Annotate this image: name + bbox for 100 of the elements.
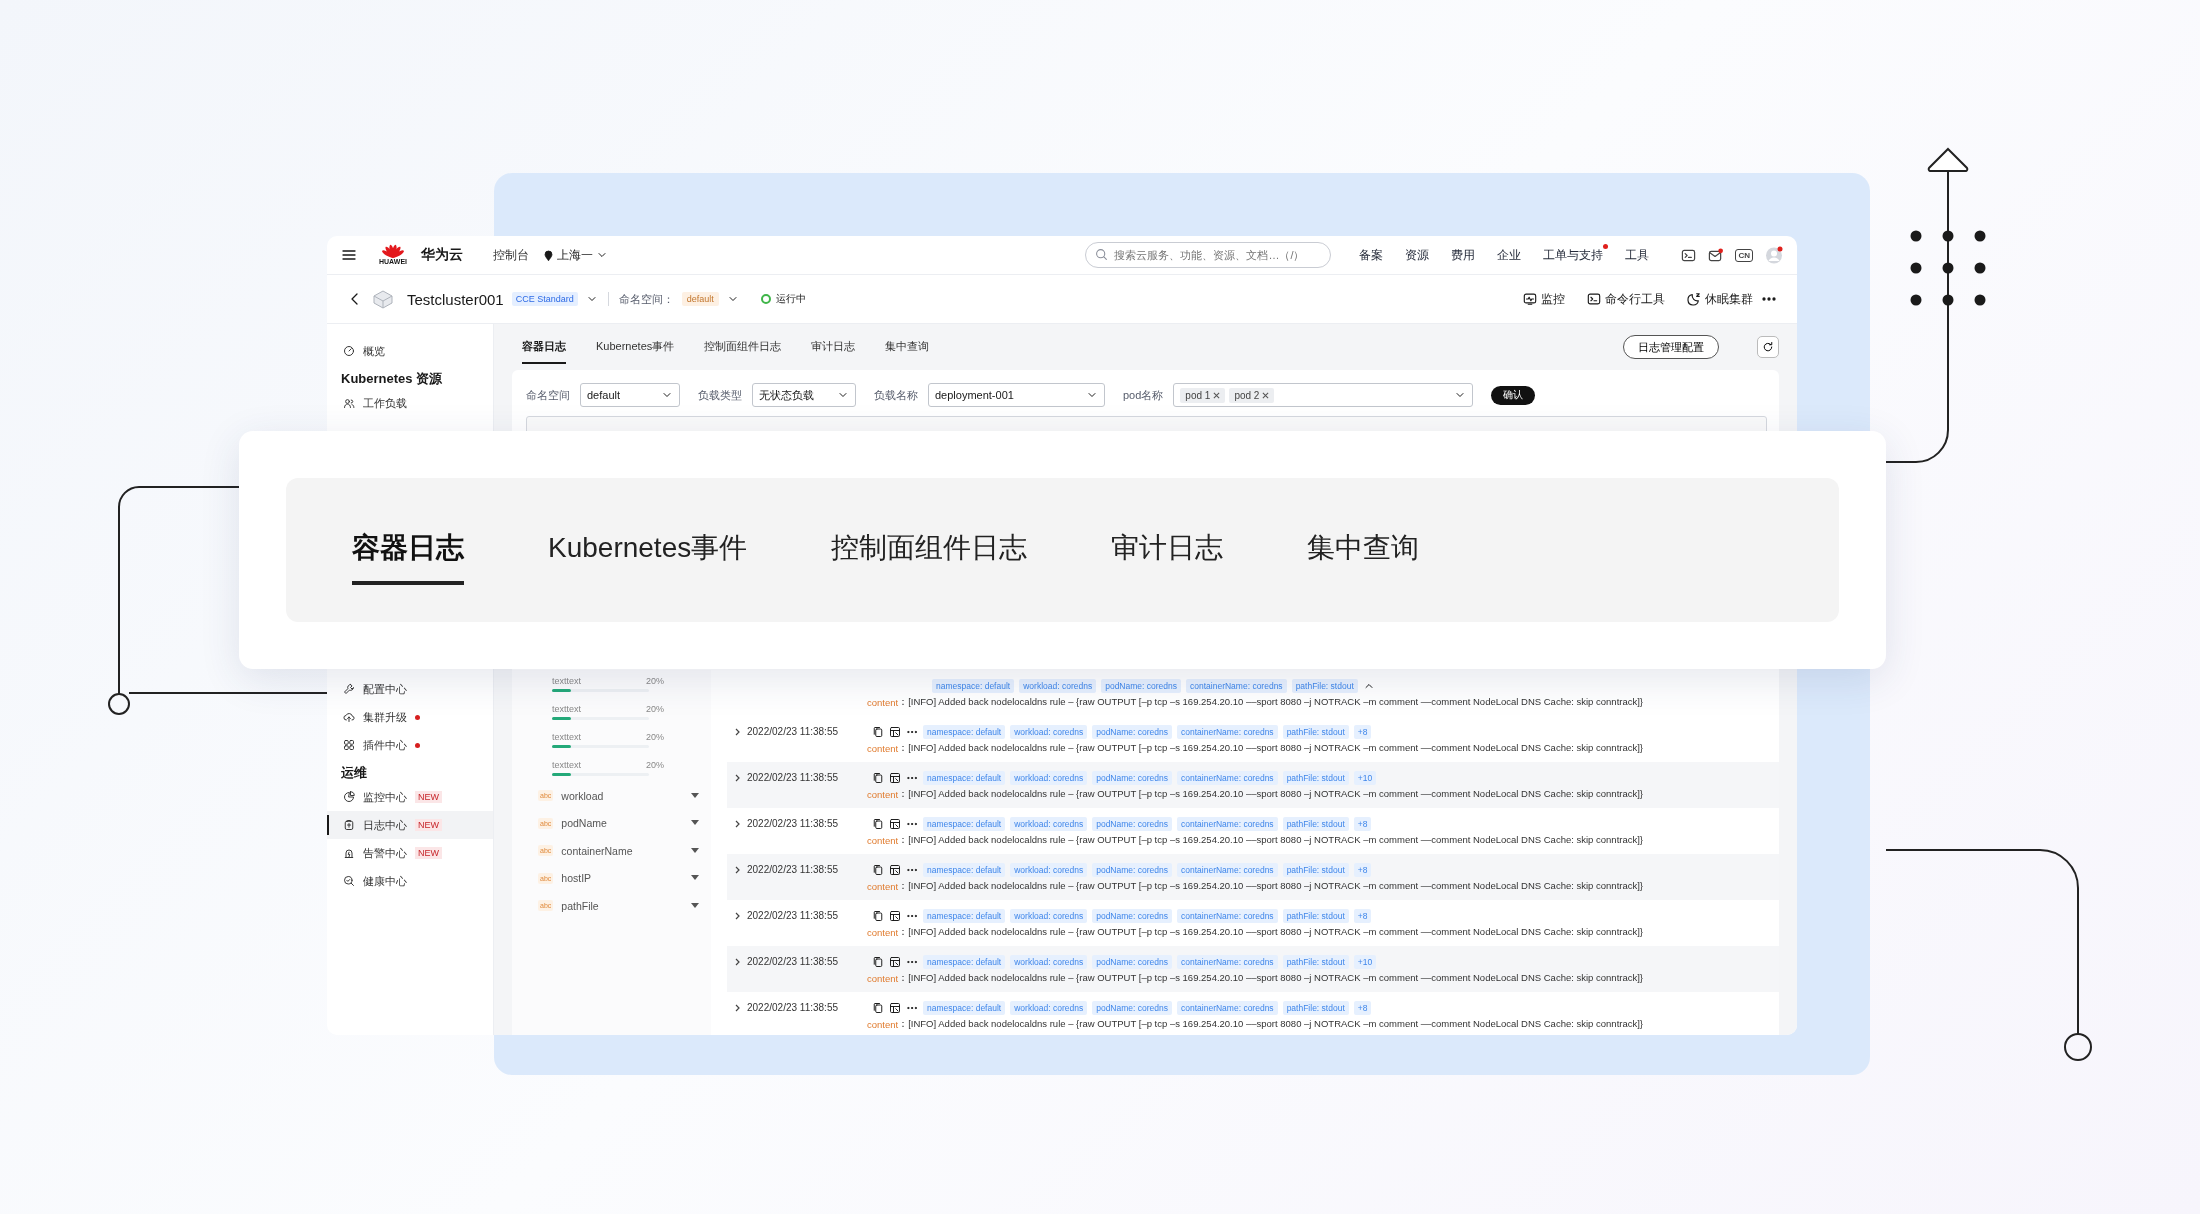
terminal-icon — [1587, 292, 1601, 306]
filter-label: 负载类型 — [698, 387, 742, 403]
region-selector[interactable]: 上海一 — [557, 246, 593, 264]
sidebar-item[interactable]: 工作负载 — [327, 389, 493, 417]
nav-link[interactable]: 费用 — [1451, 246, 1476, 264]
copy-icon[interactable] — [872, 817, 884, 830]
mail-icon[interactable] — [1708, 247, 1724, 263]
toolbar-button[interactable]: 休眠集群 — [1687, 290, 1753, 308]
tab[interactable]: 审计日志 — [811, 330, 856, 364]
log-tag: pathFile: stdout — [1282, 908, 1349, 923]
alarm-icon — [343, 847, 355, 859]
caret-icon — [691, 847, 699, 854]
terminal-icon[interactable] — [1681, 247, 1697, 263]
log-message: ：[INFO] Added back nodelocaldns rule – {raw OUTPUT [–p tcp –s 169.254.20.10 ––sport 8080 –j NOTRACK –m comment ––comment NodeLocal DNS Cache: skip conntrack]} — [898, 926, 1644, 939]
log-tag: workload: coredns — [1010, 1000, 1088, 1015]
magnifier-icon — [343, 875, 355, 887]
language-button[interactable]: CN — [1735, 248, 1753, 262]
status-dot — [760, 294, 771, 304]
copy-icon[interactable] — [872, 1001, 884, 1014]
dropdown[interactable]: 无状态负载 — [752, 383, 856, 407]
log-tag: workload: coredns — [1010, 908, 1088, 923]
log-message: ：[INFO] Added back nodelocaldns rule – {raw OUTPUT [–p tcp –s 169.254.20.10 ––sport 8080 –j NOTRACK –m comment ––comment NodeLocal DNS Cache: skip conntrack]} — [898, 972, 1644, 985]
sidebar-item[interactable]: 插件中心 — [327, 731, 493, 759]
table-icon[interactable] — [889, 725, 901, 738]
console-link[interactable]: 控制台 — [493, 246, 529, 264]
table-icon[interactable] — [889, 909, 901, 922]
sidebar-item[interactable]: 配置中心 — [327, 675, 493, 703]
copy-icon[interactable] — [872, 771, 884, 784]
log-tag: namespace: default — [932, 678, 1015, 693]
pod-chip[interactable]: pod 2 — [1229, 387, 1275, 403]
tab[interactable]: 审计日志 — [1111, 521, 1224, 585]
copy-icon[interactable] — [872, 955, 884, 968]
table-icon[interactable] — [889, 817, 901, 830]
table-icon[interactable] — [889, 771, 901, 784]
sidebar-item[interactable]: 概览 — [327, 337, 493, 365]
tab[interactable]: 容器日志 — [522, 330, 566, 364]
dropdown[interactable]: deployment-001 — [928, 383, 1105, 407]
tab[interactable]: 集中查询 — [1307, 521, 1420, 585]
log-tag: pathFile: stdout — [1282, 862, 1349, 877]
log-tag: podName: coredns — [1101, 678, 1181, 693]
log-time: 2022/02/23 11:38:55 — [747, 864, 838, 875]
nav-link[interactable]: 备案 — [1359, 246, 1384, 264]
tab[interactable]: 容器日志 — [352, 521, 464, 585]
log-message: ：[INFO] Added back nodelocaldns rule – {raw OUTPUT [–p tcp –s 169.254.20.10 ––sport 8080 –j NOTRACK –m comment ––comment NodeLocal DNS Cache: skip conntrack]} — [898, 880, 1644, 893]
nav-link[interactable]: 企业 — [1497, 246, 1522, 264]
table-icon[interactable] — [889, 863, 901, 876]
copy-icon[interactable] — [872, 725, 884, 738]
sidebar-item[interactable]: 健康中心 — [327, 867, 493, 895]
log-tag: namespace: default — [923, 1000, 1006, 1015]
log-tag: podName: coredns — [1092, 908, 1172, 923]
log-config-button[interactable]: 日志管理配置 — [1623, 335, 1719, 359]
log-message: ：[INFO] Added back nodelocaldns rule – {raw OUTPUT [–p tcp –s 169.254.20.10 ––sport 8080 –j NOTRACK –m comment ––comment NodeLocal DNS Cache: skip conntrack]} — [898, 1018, 1644, 1031]
tab[interactable]: 控制面组件日志 — [831, 521, 1028, 585]
nav-link[interactable]: 工具 — [1625, 246, 1650, 264]
grid-icon — [343, 739, 355, 751]
pod-chip[interactable]: pod 1 — [1180, 387, 1226, 403]
caret-icon — [691, 820, 699, 827]
toolbar-button[interactable]: 命令行工具 — [1587, 290, 1665, 308]
sidebar-item[interactable]: 监控中心 NEW — [327, 783, 493, 811]
sidebar-item[interactable]: 集群升级 — [327, 703, 493, 731]
confirm-button[interactable]: 确认 — [1491, 385, 1536, 405]
wrench-icon — [343, 683, 355, 695]
log-time: 2022/02/23 11:38:55 — [747, 910, 838, 921]
copy-icon[interactable] — [872, 863, 884, 876]
close-icon[interactable] — [1213, 391, 1221, 399]
toolbar-button[interactable]: 监控 — [1523, 290, 1565, 308]
log-tag: containerName: coredns — [1177, 862, 1278, 877]
log-tag: containerName: coredns — [1177, 954, 1278, 969]
sidebar-item[interactable]: 日志中心 NEW — [327, 811, 493, 839]
dropdown[interactable]: default — [580, 383, 680, 407]
caret-icon — [691, 902, 699, 909]
nav-link[interactable]: 资源 — [1405, 246, 1430, 264]
menu-icon[interactable] — [341, 247, 357, 263]
search-field[interactable]: 搜索云服务、功能、资源、文档…（/） — [1085, 242, 1332, 268]
avatar-icon[interactable] — [1765, 246, 1783, 264]
nav-link[interactable]: 工单与支持 — [1543, 246, 1604, 264]
log-tag: podName: coredns — [1092, 724, 1172, 739]
gauge-icon — [343, 345, 355, 357]
refresh-button[interactable] — [1757, 336, 1779, 358]
log-time: 2022/02/23 11:38:55 — [747, 1002, 838, 1013]
log-tag: podName: coredns — [1092, 862, 1172, 877]
people-icon — [343, 397, 355, 409]
flower-logo-icon — [382, 244, 404, 258]
tab[interactable]: Kubernetes事件 — [596, 330, 675, 364]
log-tag: namespace: default — [923, 724, 1006, 739]
copy-icon[interactable] — [872, 909, 884, 922]
pod-select[interactable]: pod 1 pod 2 — [1173, 383, 1474, 407]
percent-label: 20% — [646, 704, 664, 714]
close-icon[interactable] — [1262, 391, 1270, 399]
log-message: ：[INFO] Added back nodelocaldns rule – {raw OUTPUT [–p tcp –s 169.254.20.10 ––sport 8080 –j NOTRACK –m comment ––comment NodeLocal DNS Cache: skip conntrack]} — [898, 788, 1644, 801]
tab[interactable]: 集中查询 — [885, 330, 930, 364]
table-icon[interactable] — [889, 955, 901, 968]
table-icon[interactable] — [889, 1001, 901, 1014]
caret-icon — [691, 792, 699, 799]
tab[interactable]: 控制面组件日志 — [704, 330, 782, 364]
content-label: content — [867, 743, 899, 754]
tab[interactable]: Kubernetes事件 — [548, 521, 748, 585]
value-label: texttext — [552, 732, 581, 742]
sidebar-item[interactable]: 告警中心 NEW — [327, 839, 493, 867]
log-tag: pathFile: stdout — [1291, 678, 1358, 693]
